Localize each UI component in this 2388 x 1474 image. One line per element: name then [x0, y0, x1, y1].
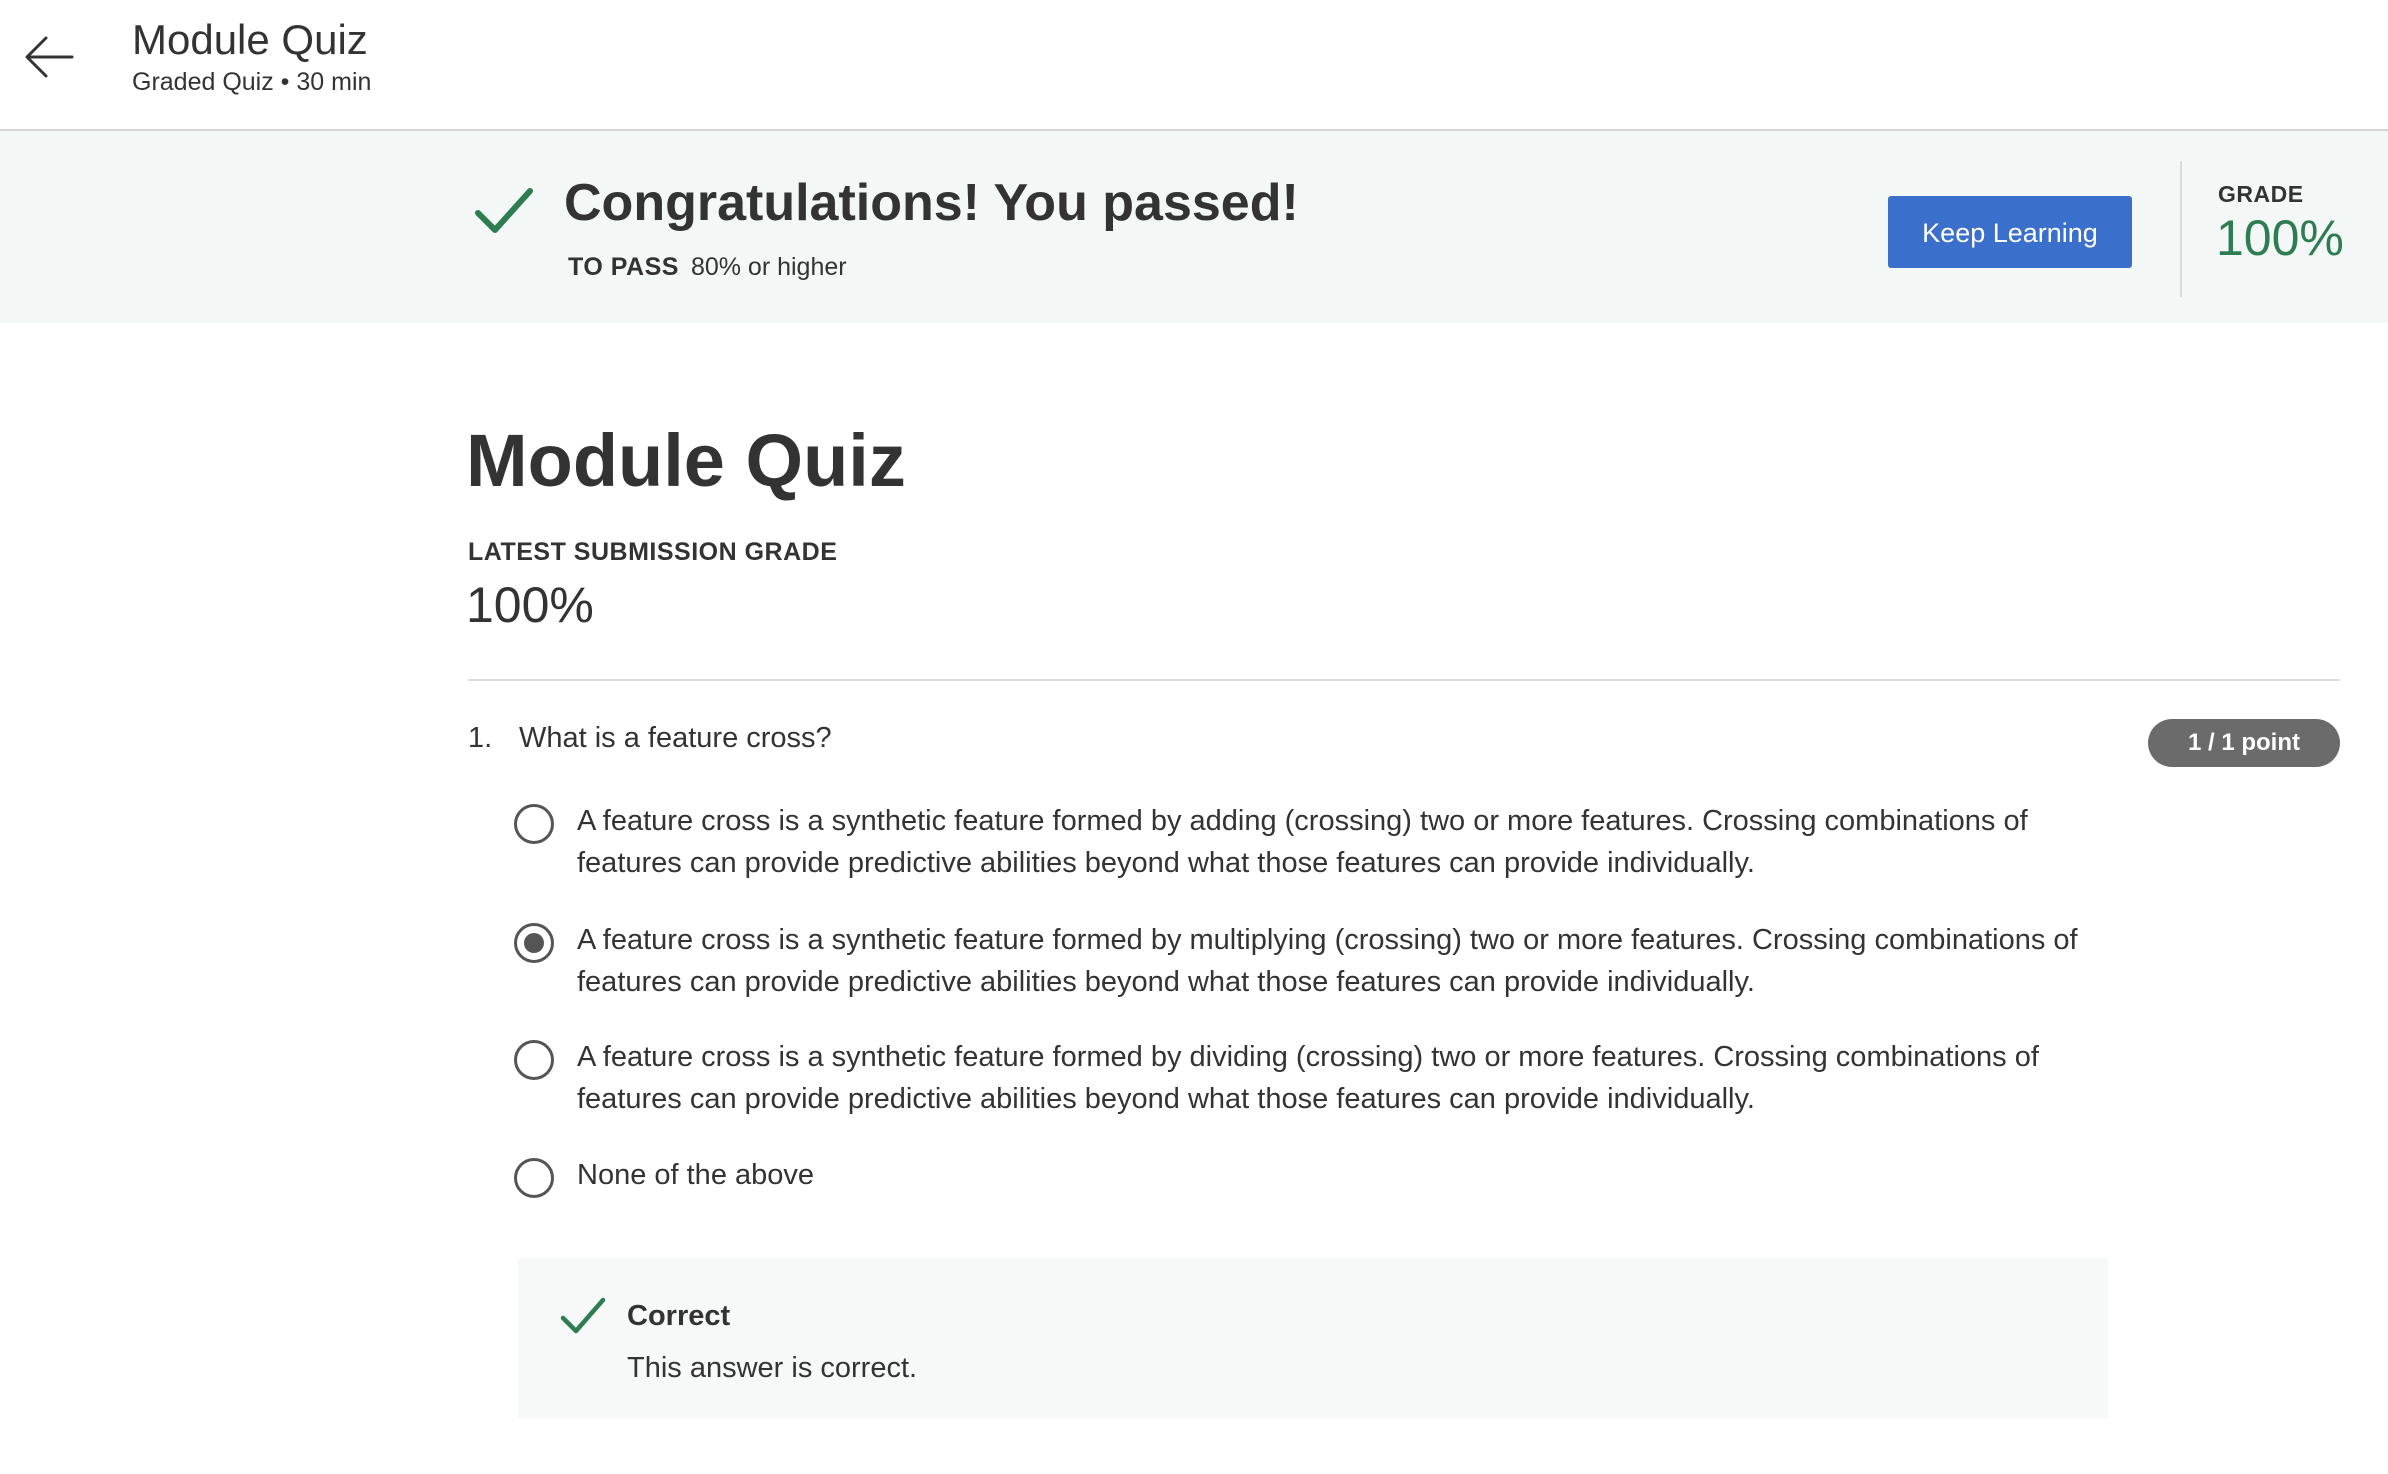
- radio-button-selected[interactable]: [514, 923, 554, 963]
- answer-option-text: None of the above: [577, 1159, 815, 1191]
- question-number: 1.: [468, 722, 493, 754]
- grade-value: 100%: [2216, 210, 2344, 266]
- answer-option-text: A feature cross is a synthetic feature f…: [577, 1041, 2039, 1115]
- to-pass-info: TO PASS 80% or higher: [568, 253, 847, 282]
- radio-button[interactable]: [514, 1040, 554, 1080]
- arrow-left-icon: [25, 36, 74, 78]
- page-title: Module Quiz: [466, 419, 906, 502]
- feedback-title: Correct: [627, 1300, 731, 1332]
- keep-learning-button[interactable]: Keep Learning: [1888, 196, 2132, 268]
- pass-banner: Congratulations! You passed! TO PASS 80% …: [0, 131, 2388, 323]
- back-button[interactable]: [22, 30, 76, 84]
- answer-option-text: A feature cross is a synthetic feature f…: [577, 805, 2028, 879]
- points-badge: 1 / 1 point: [2148, 719, 2340, 767]
- answer-option-text: A feature cross is a synthetic feature f…: [577, 924, 2078, 998]
- pass-heading: Congratulations! You passed!: [564, 174, 1299, 232]
- banner-divider: [2180, 161, 2182, 297]
- divider: [468, 679, 2340, 681]
- feedback-box: Correct This answer is correct.: [518, 1258, 2108, 1418]
- check-icon: [475, 188, 533, 233]
- latest-grade-label: LATEST SUBMISSION GRADE: [468, 538, 838, 566]
- feedback-text: This answer is correct.: [627, 1352, 918, 1384]
- radio-button[interactable]: [514, 1158, 554, 1198]
- check-icon: [560, 1297, 606, 1334]
- grade-label: GRADE: [2218, 181, 2304, 207]
- to-pass-value: 80% or higher: [690, 253, 847, 281]
- top-bar: Module Quiz Graded Quiz • 30 min: [0, 0, 2388, 131]
- header-subtitle: Graded Quiz • 30 min: [132, 68, 372, 96]
- to-pass-label: TO PASS: [568, 253, 679, 281]
- question-text: What is a feature cross?: [519, 722, 832, 754]
- header-title: Module Quiz: [132, 16, 368, 63]
- latest-grade-value: 100%: [466, 577, 594, 633]
- radio-button[interactable]: [514, 804, 554, 844]
